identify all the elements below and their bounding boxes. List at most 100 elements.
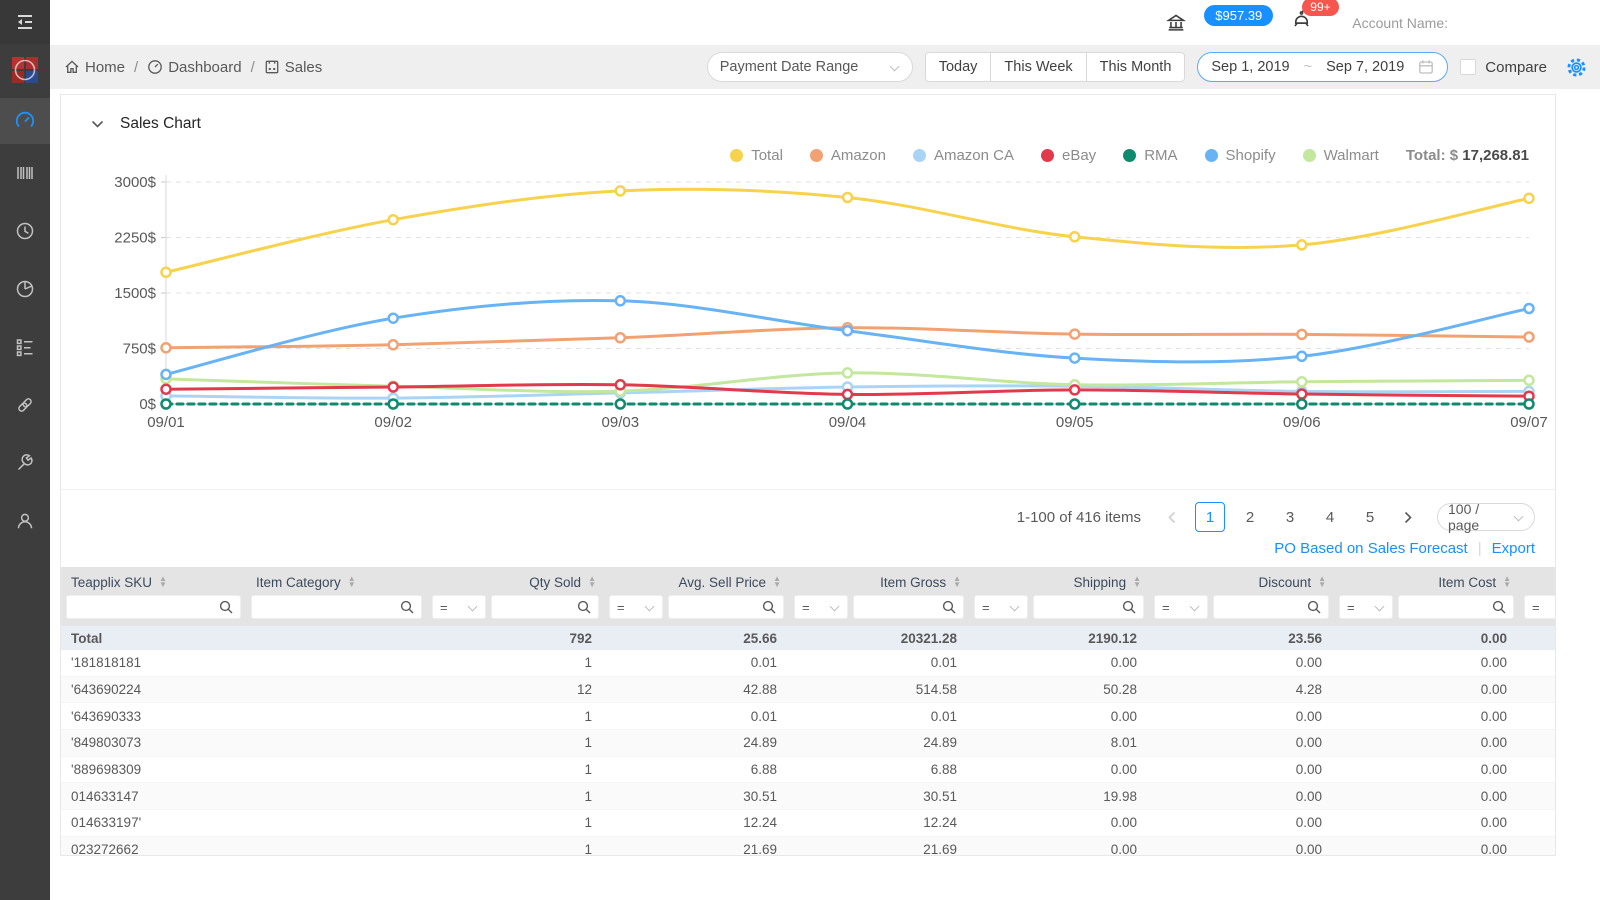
data-cell: 0.00 [1334, 703, 1519, 729]
compare-checkbox[interactable] [1460, 59, 1476, 75]
equals-filter-select[interactable]: = [794, 595, 848, 619]
data-cell: 0.00 [969, 810, 1149, 836]
page-button-1[interactable]: 1 [1195, 502, 1225, 532]
breadcrumb-dashboard[interactable]: Dashboard [147, 59, 241, 76]
column-header-col[interactable]: ▲▼ [1519, 567, 1555, 593]
legend-item-amazon[interactable]: Amazon [810, 147, 886, 164]
payment-date-range-select[interactable]: Payment Date Range [707, 52, 913, 82]
data-cell [1519, 783, 1555, 809]
column-header-avg-sell-price[interactable]: Avg. Sell Price▲▼ [604, 567, 789, 593]
bank-icon[interactable] [1166, 13, 1186, 32]
column-header-teapplix-sku[interactable]: Teapplix SKU▲▼ [61, 567, 246, 593]
sku-cell: '889698309 [61, 757, 246, 783]
filter-input-item-category[interactable] [252, 597, 400, 617]
page-numbers: 12345 [1195, 502, 1385, 532]
breadcrumb-sales[interactable]: Sales [264, 59, 323, 76]
page-button-4[interactable]: 4 [1315, 502, 1345, 532]
column-header-qty-sold[interactable]: Qty Sold▲▼ [427, 567, 604, 593]
column-header-item-cost[interactable]: Item Cost▲▼ [1334, 567, 1519, 593]
table-row: 014633197'112.2412.240.000.000.00 [61, 810, 1555, 837]
data-cell: 0.00 [1334, 650, 1519, 676]
page-button-3[interactable]: 3 [1275, 502, 1305, 532]
equals-filter-select[interactable]: = [609, 595, 663, 619]
filter-input-qty-sold[interactable] [492, 597, 577, 617]
data-cell: 30.51 [604, 783, 789, 809]
equals-filter-select[interactable]: = [1524, 595, 1555, 619]
sku-cell: '643690224 [61, 677, 246, 703]
legend-item-rma[interactable]: RMA [1123, 147, 1177, 164]
sidebar-item-barcode[interactable] [0, 144, 50, 202]
app-logo[interactable] [0, 44, 50, 96]
equals-filter-select[interactable]: = [1339, 595, 1393, 619]
legend-item-total[interactable]: Total [730, 147, 783, 164]
table-header-row: Teapplix SKU▲▼Item Category▲▼Qty Sold▲▼A… [61, 567, 1555, 593]
sidebar-item-reports[interactable] [0, 260, 50, 318]
legend-item-walmart[interactable]: Walmart [1303, 147, 1379, 164]
sidebar-item-orders[interactable] [0, 318, 50, 376]
page-button-2[interactable]: 2 [1235, 502, 1265, 532]
notification-bell-icon[interactable]: 99+ [1291, 10, 1312, 36]
sales-line-chart: 0$750$1500$2250$3000$09/0109/0209/0309/0… [61, 170, 1553, 434]
page-size-select[interactable]: 100 / page [1437, 503, 1535, 531]
sku-cell: '849803073 [61, 730, 246, 756]
pagination: 1-100 of 416 items 12345 100 / page [61, 489, 1555, 532]
sidebar-item-tools[interactable] [0, 434, 50, 492]
this-month-button[interactable]: This Month [1086, 52, 1186, 82]
today-button[interactable]: Today [925, 52, 992, 82]
search-icon [577, 600, 591, 614]
date-range-picker[interactable]: Sep 1, 2019 ~ Sep 7, 2019 [1197, 52, 1448, 82]
legend-item-amazon-ca[interactable]: Amazon CA [913, 147, 1014, 164]
menu-fold-icon[interactable] [0, 0, 50, 44]
export-link[interactable]: Export [1492, 540, 1535, 557]
sidebar-item-history[interactable] [0, 202, 50, 260]
svg-text:09/05: 09/05 [1056, 414, 1094, 431]
wrench-icon [15, 453, 35, 473]
data-cell: 12.24 [789, 810, 969, 836]
balance-badge[interactable]: $957.39 [1204, 5, 1273, 26]
filter-input-shipping[interactable] [1034, 597, 1122, 617]
next-page-icon[interactable] [1395, 504, 1421, 530]
prev-page-icon[interactable] [1159, 504, 1185, 530]
legend-label: Amazon CA [934, 147, 1014, 164]
collapse-chevron-icon [91, 120, 104, 129]
filter-search-box [1398, 595, 1514, 619]
column-header-discount[interactable]: Discount▲▼ [1149, 567, 1334, 593]
filter-input-item-gross[interactable] [854, 597, 942, 617]
legend-item-shopify[interactable]: Shopify [1205, 147, 1276, 164]
po-forecast-link[interactable]: PO Based on Sales Forecast [1274, 540, 1467, 557]
filter-cell-item-category [246, 593, 427, 626]
sidebar-item-account[interactable] [0, 492, 50, 550]
filter-input-teapplix-sku[interactable] [67, 597, 219, 617]
equals-filter-select[interactable]: = [432, 595, 486, 619]
column-header-item-gross[interactable]: Item Gross▲▼ [789, 567, 969, 593]
this-week-button[interactable]: This Week [990, 52, 1086, 82]
sidebar-item-dashboard[interactable] [0, 98, 50, 144]
legend-item-ebay[interactable]: eBay [1041, 147, 1096, 164]
sidebar-item-integrations[interactable] [0, 376, 50, 434]
equals-label: = [1532, 600, 1540, 615]
breadcrumb-home[interactable]: Home [64, 59, 125, 76]
table-row: '849803073124.8924.898.010.000.00 [61, 730, 1555, 757]
equals-filter-select[interactable]: = [974, 595, 1028, 619]
svg-text:09/02: 09/02 [374, 414, 412, 431]
data-cell [1519, 677, 1555, 703]
sales-icon [264, 59, 280, 75]
filter-search-box [491, 595, 599, 619]
equals-filter-select[interactable]: = [1154, 595, 1208, 619]
filter-input-discount[interactable] [1214, 597, 1307, 617]
filter-input-avg-sell-price[interactable] [669, 597, 762, 617]
filter-input-item-cost[interactable] [1399, 597, 1492, 617]
sort-icon: ▲▼ [348, 576, 356, 588]
data-cell: 6.88 [789, 757, 969, 783]
data-cell: 1 [427, 650, 604, 676]
column-header-shipping[interactable]: Shipping▲▼ [969, 567, 1149, 593]
sales-chart-header[interactable]: Sales Chart [61, 95, 1555, 133]
equals-label: = [802, 600, 810, 615]
settings-gear-icon[interactable] [1567, 58, 1586, 77]
data-cell: 0.00 [1149, 837, 1334, 856]
search-icon [1492, 600, 1506, 614]
column-header-item-category[interactable]: Item Category▲▼ [246, 567, 427, 593]
page-button-5[interactable]: 5 [1355, 502, 1385, 532]
column-label: Item Gross [880, 575, 946, 590]
total-cell [1519, 626, 1555, 650]
